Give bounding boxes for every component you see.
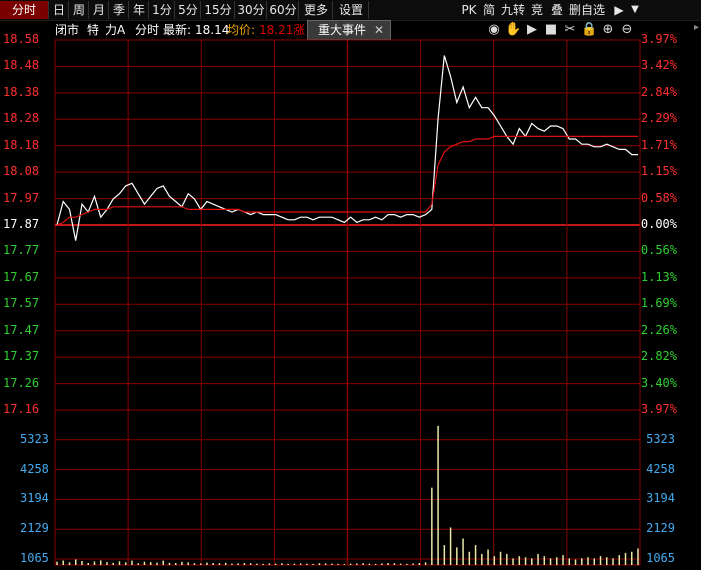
- major-events-tab[interactable]: 重大事件 ✕: [307, 20, 391, 40]
- volume-axis-label-left: 5323: [20, 431, 49, 446]
- percent-axis-label: 3.97%: [640, 402, 677, 416]
- eye-icon[interactable]: ◉: [486, 22, 502, 38]
- percent-axis-label: 0.58%: [640, 190, 677, 205]
- price-axis-label: 18.48: [3, 58, 40, 73]
- stop-icon[interactable]: ■: [543, 22, 559, 38]
- price-axis-label: 18.58: [3, 32, 40, 46]
- volume-axis-label-left: 2129: [20, 521, 49, 536]
- right-button-2[interactable]: 九转: [500, 1, 526, 19]
- latest-price: 18.14: [195, 23, 230, 37]
- period-toolbar: 分时日周月季年 1分 5分 15分 30分 60分 更多 设置 PK 简九转竞叠删自选 ▶ ▼: [0, 0, 701, 21]
- lock-icon[interactable]: 🔒: [581, 22, 597, 38]
- right-button-3[interactable]: 竞: [528, 1, 546, 19]
- price-axis-label: 18.08: [3, 164, 40, 179]
- avg-price: 18.21: [259, 23, 294, 37]
- zoom-in-icon[interactable]: ⊕: [600, 22, 616, 38]
- volume-axis-label-right: 2129: [646, 521, 675, 536]
- market-status: 闭市: [55, 23, 80, 37]
- view-type: 分时: [135, 23, 160, 37]
- period-2[interactable]: 周: [70, 1, 89, 19]
- right-button-5[interactable]: 删自选: [566, 1, 608, 19]
- price-line: [56, 55, 638, 241]
- avg-label: 均价:: [227, 23, 256, 37]
- hand-icon[interactable]: ✋: [505, 22, 521, 38]
- period-0[interactable]: 分时: [0, 1, 49, 19]
- stock-name: 力A: [105, 23, 126, 37]
- major-events-label: 重大事件: [318, 23, 367, 37]
- percent-axis-label: 3.40%: [640, 375, 677, 390]
- percent-axis-label: 0.56%: [640, 243, 677, 258]
- price-axis-label: 17.37: [3, 349, 40, 364]
- right-button-4[interactable]: 叠: [548, 1, 566, 19]
- price-axis-label: 18.38: [3, 84, 40, 99]
- volume-axis-label-left: 3194: [20, 491, 49, 506]
- price-axis-label: 17.87: [3, 217, 40, 231]
- price-axis-label: 17.26: [3, 375, 40, 390]
- period-12[interactable]: 设置: [334, 1, 369, 19]
- avg-price-line: [56, 135, 638, 226]
- scissors-icon[interactable]: ✂: [562, 22, 578, 38]
- percent-axis-label: 2.26%: [640, 322, 677, 337]
- percent-axis-label: 1.13%: [640, 269, 677, 284]
- change-label: 涨: [293, 23, 306, 37]
- price-axis-label: 17.77: [3, 243, 40, 258]
- period-6[interactable]: 1分: [150, 1, 175, 19]
- percent-axis-label: 2.82%: [640, 349, 677, 364]
- percent-axis-label: 1.15%: [640, 164, 677, 179]
- percent-axis-label: 0.00%: [640, 217, 677, 231]
- volume-axis-label-right: 1065: [646, 551, 675, 566]
- period-10[interactable]: 60分: [268, 1, 299, 19]
- nav-arrow-icon[interactable]: ▶: [610, 1, 628, 19]
- special-tag: 特: [87, 23, 100, 37]
- percent-axis-label: 1.69%: [640, 296, 677, 311]
- period-5[interactable]: 年: [130, 1, 149, 19]
- price-axis-label: 17.47: [3, 322, 40, 337]
- price-axis-label: 18.18: [3, 137, 40, 152]
- intraday-chart: [54, 39, 641, 566]
- right-scrollbar[interactable]: ▸: [687, 20, 701, 570]
- volume-axis-label-right: 4258: [646, 461, 675, 476]
- right-button-0[interactable]: PK: [460, 1, 478, 19]
- price-axis-label: 18.28: [3, 111, 40, 126]
- volume-axis-label-left: 4258: [20, 461, 49, 476]
- percent-axis-label: 1.71%: [640, 137, 677, 152]
- period-8[interactable]: 15分: [202, 1, 235, 19]
- chart-frame: [54, 39, 641, 566]
- percent-axis-label: 3.97%: [640, 32, 677, 46]
- period-9[interactable]: 30分: [236, 1, 267, 19]
- volume-axis-label-right: 5323: [646, 431, 675, 446]
- period-11[interactable]: 更多: [300, 1, 333, 19]
- volume-axis-label-right: 3194: [646, 491, 675, 506]
- period-4[interactable]: 季: [110, 1, 129, 19]
- right-button-1[interactable]: 简: [480, 1, 498, 19]
- volume-axis-label-left: 1065: [20, 551, 49, 566]
- price-axis-label: 17.67: [3, 269, 40, 284]
- close-icon[interactable]: ✕: [374, 21, 384, 39]
- period-1[interactable]: 日: [50, 1, 69, 19]
- scroll-down-arrow: ▸: [693, 22, 699, 33]
- price-axis-label: 17.16: [3, 402, 40, 416]
- percent-axis-label: 2.84%: [640, 84, 677, 99]
- play-icon[interactable]: ▶: [524, 22, 540, 38]
- zoom-out-icon[interactable]: ⊖: [619, 22, 635, 38]
- percent-axis-label: 2.29%: [640, 111, 677, 126]
- period-7[interactable]: 5分: [176, 1, 201, 19]
- price-axis-label: 17.97: [3, 190, 40, 205]
- percent-axis-label: 3.42%: [640, 58, 677, 73]
- price-axis-label: 17.57: [3, 296, 40, 311]
- dropdown-arrow-icon[interactable]: ▼: [628, 1, 642, 19]
- period-3[interactable]: 月: [90, 1, 109, 19]
- latest-label: 最新:: [163, 23, 192, 37]
